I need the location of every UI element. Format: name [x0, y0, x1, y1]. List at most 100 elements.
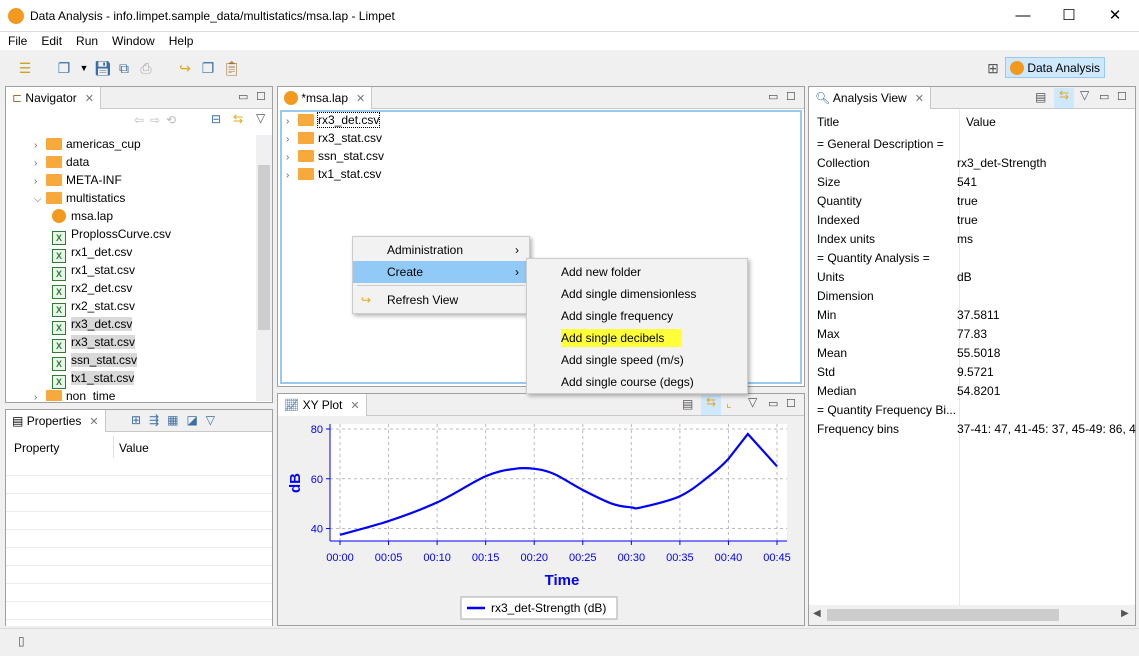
editor-item[interactable]: › ssn_stat.csv: [286, 147, 384, 165]
link-icon[interactable]: ⇆: [1054, 88, 1074, 108]
tree-item[interactable]: › META-INF: [34, 171, 122, 189]
maximize-icon[interactable]: ☐: [786, 90, 796, 103]
submenu-item[interactable]: Add new folder: [527, 261, 747, 283]
maximize-icon[interactable]: ☐: [256, 90, 266, 103]
analysis-row[interactable]: = Quantity Frequency Bi...: [817, 401, 956, 420]
tree-item[interactable]: Xssn_stat.csv: [52, 351, 138, 371]
nav-history-icons[interactable]: ⇦⇨⟲: [134, 113, 182, 127]
link-editor-icon[interactable]: ⇆: [233, 112, 243, 126]
tree-item[interactable]: msa.lap: [52, 207, 113, 225]
refresh-icon[interactable]: ↪: [177, 60, 193, 76]
view-menu-icon[interactable]: ▽: [748, 395, 757, 409]
analysis-row[interactable]: Frequency bins 37-41: 47, 41-45: 37, 45-4…: [817, 420, 1136, 439]
stack-icon[interactable]: ☰: [17, 60, 33, 76]
view-menu-icon[interactable]: ▽: [1080, 88, 1089, 102]
submenu-item[interactable]: Add single decibels: [527, 327, 747, 349]
chevron-right-icon[interactable]: ›: [34, 389, 46, 401]
close-icon[interactable]: ✕: [915, 93, 924, 105]
menu-edit[interactable]: Edit: [41, 34, 62, 48]
close-icon[interactable]: ✕: [89, 416, 98, 428]
tab-analysis-view[interactable]: 🔍︎ Analysis View ✕: [809, 87, 931, 109]
minimize-icon[interactable]: ▭: [768, 90, 778, 103]
analysis-row[interactable]: Size 541: [817, 173, 977, 192]
properties-toolbar-icons[interactable]: ⊞⇶▦◪▽: [131, 413, 223, 427]
tree-item[interactable]: Xrx2_stat.csv: [52, 297, 135, 317]
analysis-row[interactable]: Min 37.5811: [817, 306, 1000, 325]
menu-item-administration[interactable]: Administration ›: [353, 239, 529, 261]
menu-item-create[interactable]: Create ›: [353, 261, 529, 283]
chevron-right-icon[interactable]: ›: [286, 167, 298, 185]
tree-item[interactable]: Xrx3_det.csv: [52, 315, 133, 335]
close-icon[interactable]: ✕: [350, 400, 359, 412]
minimize-icon[interactable]: ▭: [238, 90, 248, 103]
tree-item[interactable]: ⌵ multistatics: [34, 189, 125, 207]
menu-help[interactable]: Help: [169, 34, 194, 48]
link-icon[interactable]: ⇆: [701, 395, 721, 415]
perspective-data-analysis[interactable]: Data Analysis: [1005, 57, 1105, 78]
submenu-item[interactable]: Add single speed (m/s): [527, 349, 747, 371]
tab-navigator[interactable]: ⊏ Navigator ✕: [6, 87, 101, 109]
tree-item[interactable]: Xrx1_stat.csv: [52, 261, 135, 281]
analysis-row[interactable]: = Quantity Analysis =: [817, 249, 930, 268]
editor-item[interactable]: › rx3_stat.csv: [286, 129, 382, 147]
analysis-row[interactable]: Indexed true: [817, 211, 978, 230]
minimize-button[interactable]: —: [1000, 4, 1046, 28]
submenu-item[interactable]: Add single dimensionless: [527, 283, 747, 305]
chevron-down-icon[interactable]: ⌵: [34, 191, 46, 209]
editor-item[interactable]: › rx3_det.csv: [286, 111, 381, 129]
tree-item[interactable]: Xrx3_stat.csv: [52, 333, 136, 353]
editor-item[interactable]: › tx1_stat.csv: [286, 165, 381, 183]
tree-item[interactable]: X ProplossCurve.csv: [52, 225, 171, 245]
collapse-all-icon[interactable]: ⊟: [211, 112, 221, 126]
tree-item[interactable]: › americas_cup: [34, 135, 141, 153]
minimize-icon[interactable]: ▭: [768, 397, 778, 410]
maximize-icon[interactable]: ☐: [786, 397, 796, 410]
new-icon[interactable]: ❐: [56, 60, 72, 76]
menu-file[interactable]: File: [8, 34, 27, 48]
folder-icon: [298, 114, 314, 126]
analysis-row[interactable]: Dimension: [817, 287, 874, 306]
submenu-item[interactable]: Add single frequency: [527, 305, 747, 327]
analysis-row[interactable]: = General Description =: [817, 135, 944, 154]
tab-properties[interactable]: ▤ Properties ✕: [6, 410, 106, 432]
chart-options-icon[interactable]: ⌞: [726, 396, 732, 410]
print-icon[interactable]: ⎙: [138, 60, 154, 76]
menu-run[interactable]: Run: [76, 34, 98, 48]
analysis-row[interactable]: Index units ms: [817, 230, 973, 249]
tree-item[interactable]: › non_time: [34, 387, 115, 401]
menu-window[interactable]: Window: [112, 34, 155, 48]
tree-item[interactable]: Xrx1_det.csv: [52, 243, 132, 263]
tab-xy-plot[interactable]: 📈︎ XY Plot ✕: [278, 394, 367, 416]
maximize-button[interactable]: ☐: [1046, 4, 1092, 28]
paste-icon[interactable]: 📋︎: [223, 60, 241, 76]
tree-item[interactable]: Xrx2_det.csv: [52, 279, 132, 299]
analysis-row[interactable]: Median 54.8201: [817, 382, 1000, 401]
maximize-icon[interactable]: ☐: [1117, 90, 1127, 103]
open-perspective-icon[interactable]: ⊞: [985, 60, 1001, 76]
fast-view-icon[interactable]: ▯: [18, 634, 25, 648]
new-dropdown-icon[interactable]: ▼: [76, 60, 92, 76]
tree-item[interactable]: Xtx1_stat.csv: [52, 369, 135, 389]
menu-item-refresh-view[interactable]: ↪ Refresh View: [353, 289, 529, 311]
analysis-row[interactable]: Max 77.83: [817, 325, 987, 344]
copy-icon[interactable]: ▤: [1035, 90, 1046, 104]
navigator-scrollbar[interactable]: [256, 135, 272, 401]
save-icon[interactable]: 💾︎: [94, 60, 112, 76]
new-folder-icon[interactable]: ❐: [200, 60, 216, 76]
close-button[interactable]: ✕: [1092, 4, 1138, 28]
analysis-row[interactable]: Std 9.5721: [817, 363, 994, 382]
analysis-hscrollbar[interactable]: ◀ ▶: [809, 605, 1135, 625]
submenu-item[interactable]: Add single course (degs): [527, 371, 747, 393]
view-menu-icon[interactable]: ▽: [256, 111, 265, 125]
tab-msa-lap[interactable]: *msa.lap ✕: [278, 87, 373, 109]
analysis-row[interactable]: Quantity true: [817, 192, 978, 211]
close-icon[interactable]: ✕: [356, 93, 365, 105]
analysis-row[interactable]: Collection rx3_det-Strength: [817, 154, 1046, 173]
close-icon[interactable]: ✕: [85, 93, 94, 105]
minimize-icon[interactable]: ▭: [1099, 90, 1109, 103]
analysis-row[interactable]: Mean 55.5018: [817, 344, 1000, 363]
analysis-row[interactable]: Units dB: [817, 268, 972, 287]
tree-item[interactable]: › data: [34, 153, 89, 171]
save-all-icon[interactable]: ⧉: [116, 60, 132, 76]
copy-icon[interactable]: ▤: [682, 397, 693, 411]
